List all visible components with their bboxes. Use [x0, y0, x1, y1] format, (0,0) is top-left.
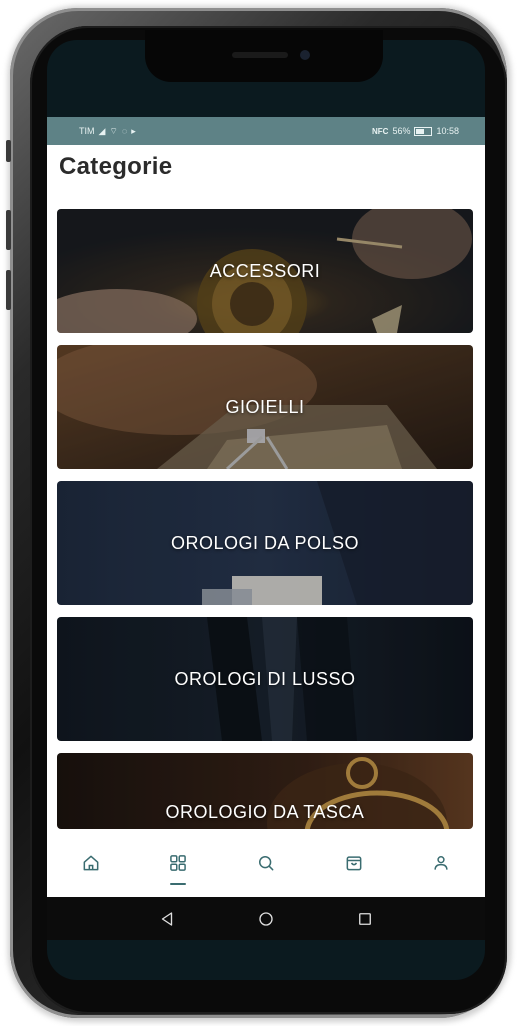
play-icon: ▸ [131, 125, 136, 136]
category-card-orologi-di-lusso[interactable]: OROLOGI DI LUSSO [57, 617, 473, 741]
category-label: OROLOGIO DA TASCA [165, 802, 365, 822]
active-tab-indicator [170, 883, 187, 885]
category-label: OROLOGI DI LUSSO [174, 668, 356, 689]
nfc-icon: NFC [372, 126, 389, 136]
search-icon [258, 856, 274, 871]
system-home-button[interactable] [254, 907, 278, 931]
nav-search[interactable] [246, 843, 286, 883]
screen-bottom-area [47, 940, 485, 980]
status-bar: TIM ◢ ⌔ ◌ ▸ NFC 56% 10:58 [47, 117, 485, 145]
page-title: Categorie [59, 153, 173, 180]
stage: TIM ◢ ⌔ ◌ ▸ NFC 56% 10:58 Categorie ACCE… [0, 0, 517, 1026]
nav-profile[interactable] [421, 843, 461, 883]
cart-icon [346, 856, 361, 871]
system-recents-button[interactable] [353, 907, 377, 931]
status-left: TIM ◢ ⌔ ◌ ▸ [79, 126, 136, 137]
nav-home[interactable] [71, 843, 111, 883]
whatsapp-icon: ◌ [121, 126, 128, 136]
wifi-icon: ⌔ [109, 125, 118, 136]
volume-down-button [6, 270, 11, 310]
carrier-label: TIM [79, 126, 95, 136]
category-card-accessori[interactable]: ACCESSORI [57, 209, 473, 333]
volume-up-button [6, 210, 11, 250]
nav-categories[interactable] [158, 843, 198, 885]
nav-cart[interactable] [334, 843, 374, 883]
grid-icon [170, 855, 187, 871]
category-label: OROLOGI DA POLSO [170, 532, 360, 553]
speaker-grille [232, 52, 288, 58]
system-back-button[interactable] [155, 907, 179, 931]
category-card-gioielli[interactable]: GIOIELLI [57, 345, 473, 469]
mute-switch [6, 140, 11, 162]
clock: 10:58 [436, 126, 459, 136]
category-label: ACCESSORI [209, 260, 321, 281]
app-screen: TIM ◢ ⌔ ◌ ▸ NFC 56% 10:58 Categorie ACCE… [47, 117, 485, 940]
battery-icon [414, 126, 433, 136]
back-icon [161, 911, 172, 926]
front-camera [300, 50, 310, 60]
recents-icon [359, 912, 372, 925]
system-navigation-bar [47, 897, 485, 940]
signal-icon: ◢ [98, 125, 106, 136]
battery-percent: 56% [392, 126, 411, 136]
status-right: NFC 56% 10:58 [372, 126, 459, 136]
home-icon [83, 855, 99, 871]
profile-icon [434, 856, 448, 870]
category-label: GIOIELLI [225, 396, 305, 417]
category-card-orologio-da-tasca[interactable]: OROLOGIO DA TASCA [57, 753, 473, 829]
home-circle-icon [259, 911, 273, 926]
category-card-orologi-da-polso[interactable]: OROLOGI DA POLSO [57, 481, 473, 605]
bottom-navigation [47, 829, 485, 897]
